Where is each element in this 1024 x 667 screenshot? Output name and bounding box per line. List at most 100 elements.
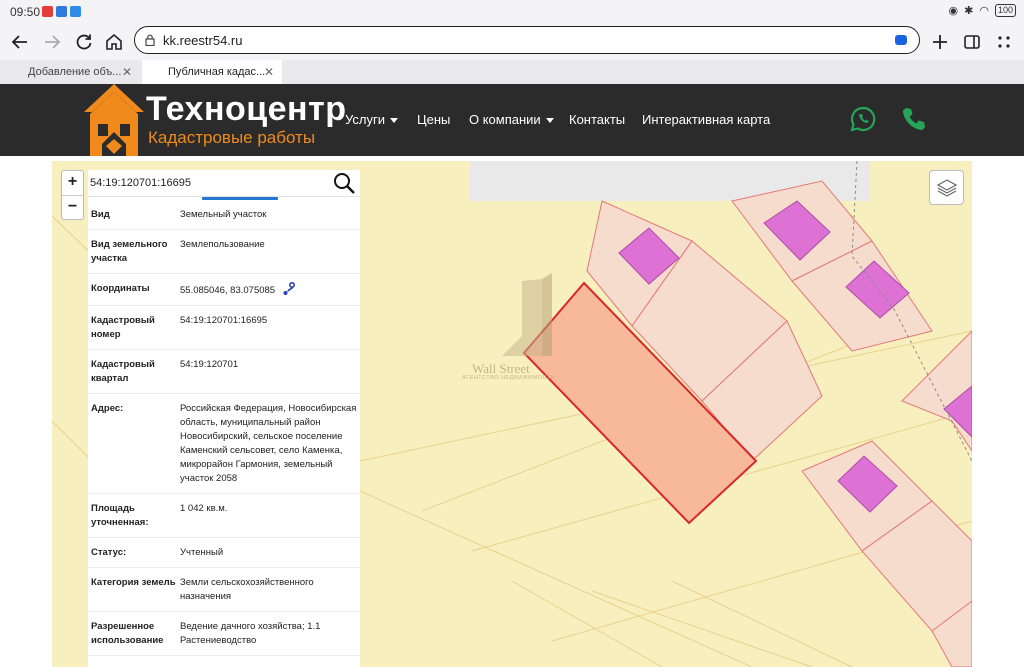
app-notification-icon (42, 6, 53, 17)
menu-services[interactable]: Услуги (345, 112, 398, 127)
info-table: Вид Земельный участок Вид земельного уча… (88, 200, 360, 656)
info-key: Категория земель (91, 577, 176, 588)
home-icon (106, 33, 122, 50)
info-value: Российская Федерация, Новосибирская обла… (180, 403, 357, 484)
brand-title[interactable]: Техноцентр (146, 90, 347, 129)
info-row-type: Вид Земельный участок (88, 200, 360, 230)
info-row-permitted-use: Разрешенное использование Ведение дачног… (88, 612, 360, 656)
info-row-land-type: Вид земельного участка Землепользование (88, 230, 360, 274)
app-notification-icon (56, 6, 67, 17)
layers-button[interactable] (929, 170, 964, 205)
info-value: 54:19:120701:16695 (180, 315, 268, 326)
system-indicators: ◉ ✱ ◠ 100 (949, 4, 1016, 17)
new-tab-button[interactable] (926, 28, 954, 56)
info-value: Ведение дачного хозяйства; 1.1 Растениев… (180, 621, 321, 646)
info-key: Разрешенное использование (91, 621, 164, 646)
zoom-in-button[interactable]: + (62, 171, 83, 195)
lock-icon (145, 34, 155, 46)
zoom-out-button[interactable]: − (62, 195, 83, 219)
info-key: Кадастровый квартал (91, 359, 155, 384)
menu-about[interactable]: О компании (469, 112, 554, 127)
info-row-area: Площадь уточненная: 1 042 кв.м. (88, 494, 360, 538)
site-header: Техноцентр Кадастровые работы Услуги Цен… (0, 84, 1024, 156)
search-icon[interactable] (332, 171, 356, 195)
forward-arrow-icon (45, 35, 61, 49)
close-icon[interactable]: ✕ (122, 65, 132, 79)
tab-strip: Добавление объ... ✕ Публичная кадас... ✕ (0, 60, 1024, 84)
grid-dots-icon (998, 36, 1010, 48)
info-key: Статус: (91, 547, 127, 558)
menu-label: Интерактивная карта (642, 112, 771, 127)
info-key: Вид (91, 209, 110, 220)
menu-contacts[interactable]: Контакты (569, 112, 625, 127)
info-value: 55.085046, 83.075085 (180, 285, 276, 296)
reload-icon (76, 34, 92, 50)
menu-interactive-map[interactable]: Интерактивная карта (642, 112, 770, 127)
info-row-cadastral-number: Кадастровый номер 54:19:120701:16695 (88, 306, 360, 350)
whatsapp-icon[interactable] (850, 106, 876, 132)
info-value: Земли сельскохозяйственного назначения (180, 577, 314, 602)
object-info-panel: 54:19:120701:16695 Вид Земельный участок… (88, 170, 360, 667)
watermark-building-icon (502, 273, 552, 356)
info-value: 54:19:120701 (180, 359, 239, 370)
caret-down-icon (545, 118, 554, 124)
back-button[interactable] (6, 28, 34, 56)
bluetooth-icon: ✱ (964, 5, 974, 17)
eye-icon: ◉ (948, 5, 959, 17)
menu-label: Цены (417, 112, 451, 127)
info-key: Площадь уточненная: (91, 503, 149, 528)
tab-label: Публичная кадас... (168, 66, 266, 78)
address-bar[interactable]: kk.reestr54.ru (134, 26, 920, 54)
vk-notification-icon (70, 6, 81, 17)
home-button[interactable] (100, 28, 128, 56)
url-text: kk.reestr54.ru (163, 33, 243, 48)
more-button[interactable] (990, 28, 1018, 56)
info-key: Вид земельного участка (91, 239, 168, 264)
tab-add-object[interactable]: Добавление объ... ✕ (0, 60, 140, 84)
caret-down-icon (389, 118, 398, 124)
zoom-control: + − (61, 170, 84, 220)
phone-icon[interactable] (901, 106, 927, 132)
back-arrow-icon (11, 35, 27, 49)
menu-label: О компании (469, 112, 541, 127)
route-icon[interactable] (282, 282, 296, 296)
brand-subtitle: Кадастровые работы (148, 128, 316, 147)
tab-label: Добавление объ... (28, 66, 122, 78)
browser-toolbar: kk.reestr54.ru (0, 24, 1024, 60)
layers-icon (936, 178, 957, 197)
search-bar: 54:19:120701:16695 (88, 170, 360, 200)
info-value: Земельный участок (180, 209, 267, 220)
info-key: Координаты (91, 283, 150, 294)
sidebar-button[interactable] (958, 28, 986, 56)
info-row-address: Адрес: Российская Федерация, Новосибирск… (88, 394, 360, 494)
info-value: 1 042 кв.м. (180, 503, 228, 514)
info-row-coordinates: Координаты 55.085046, 83.075085 (88, 274, 360, 306)
menu-label: Услуги (345, 112, 385, 127)
close-icon[interactable]: ✕ (264, 65, 274, 79)
translate-icon[interactable] (895, 35, 907, 45)
info-row-status: Статус: Учтенный (88, 538, 360, 568)
tab-public-cadastral-map[interactable]: Публичная кадас... ✕ (142, 60, 282, 84)
info-value: Учтенный (180, 547, 224, 558)
info-row-land-category: Категория земель Земли сельскохозяйствен… (88, 568, 360, 612)
notification-icons (42, 6, 81, 17)
battery-icon: 100 (994, 4, 1016, 17)
plus-icon (933, 35, 947, 49)
info-value-wrap: 55.085046, 83.075085 (180, 282, 360, 298)
info-row-cadastral-quarter: Кадастровый квартал 54:19:120701 (88, 350, 360, 394)
sidebar-icon (964, 35, 980, 49)
cadastral-map[interactable]: Wall Street АГЕНТСТВО НЕДВИЖИМОСТИ + − 5… (52, 161, 972, 667)
system-status-bar: 09:50 ◉ ✱ ◠ 100 (0, 0, 1024, 24)
contact-icons (850, 106, 927, 132)
watermark-subtitle: АГЕНТСТВО НЕДВИЖИМОСТИ (462, 375, 556, 381)
wifi-icon: ◠ (979, 5, 989, 17)
forward-button[interactable] (38, 28, 66, 56)
technocenter-logo-icon[interactable] (84, 84, 144, 156)
search-input[interactable]: 54:19:120701:16695 (90, 177, 191, 189)
clock: 09:50 (10, 5, 41, 19)
info-key: Адрес: (91, 403, 124, 414)
reload-button[interactable] (70, 28, 98, 56)
menu-prices[interactable]: Цены (417, 112, 450, 127)
info-value: Землепользование (180, 239, 265, 250)
info-key: Кадастровый номер (91, 315, 155, 340)
